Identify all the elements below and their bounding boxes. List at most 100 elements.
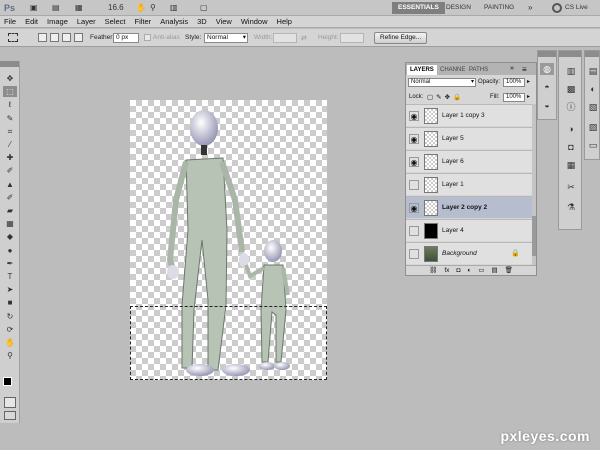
navigator-icon[interactable]: ▩ — [564, 83, 578, 95]
zoom-tool-icon[interactable]: ⚲ — [150, 3, 156, 13]
eraser-icon[interactable]: ▰ — [3, 205, 17, 216]
history-brush-icon[interactable]: ✐ — [3, 192, 17, 203]
dock-column-3-header[interactable] — [585, 51, 599, 57]
screen-mode-icon[interactable]: ▢ — [200, 3, 208, 13]
selection-marquee[interactable] — [130, 306, 327, 380]
menu-window[interactable]: Window — [241, 16, 268, 27]
character-icon[interactable]: ▭ — [586, 139, 600, 151]
new-group-icon[interactable]: ▭ — [478, 266, 484, 275]
feather-input[interactable]: 0 px — [113, 33, 139, 43]
new-layer-icon[interactable]: ▤ — [491, 266, 497, 275]
new-selection-icon[interactable] — [38, 33, 47, 42]
lock-icons[interactable]: ▢✎✥🔒 — [427, 93, 464, 101]
pen-icon[interactable]: ✒ — [3, 258, 17, 269]
styles-icon[interactable]: ▦ — [564, 159, 578, 171]
layer-row-1[interactable]: ◉ Layer 1 copy 3 — [406, 104, 532, 126]
healing-icon[interactable]: ✚ — [3, 152, 17, 163]
workspace-essentials[interactable]: ESSENTIALS — [392, 2, 445, 14]
dodge-icon[interactable]: ● — [3, 245, 17, 256]
cs-live-label[interactable]: CS Live — [565, 3, 588, 13]
visibility-eye-icon[interactable]: ◉ — [409, 157, 419, 167]
hand-icon[interactable]: ✋ — [3, 337, 17, 348]
fill-arrow-icon[interactable]: ▸ — [527, 93, 530, 100]
hand-tool-icon[interactable]: ✋ — [136, 3, 146, 13]
scrollbar-thumb[interactable] — [532, 216, 536, 256]
workspace-painting[interactable]: PAINTING — [478, 2, 520, 14]
link-layers-icon[interactable]: ⛓ — [429, 266, 437, 275]
opacity-input[interactable]: 100% — [503, 78, 525, 87]
shape-icon[interactable]: ■ — [3, 297, 17, 308]
3d-icon[interactable]: ◍ — [540, 63, 554, 75]
menu-3d[interactable]: 3D — [197, 16, 207, 27]
swatches-icon[interactable]: ▤ — [586, 65, 600, 77]
eyedropper-icon[interactable]: ⁄ — [3, 139, 17, 150]
tab-channels[interactable]: CHANNE — [437, 65, 468, 75]
menu-view[interactable]: View — [216, 16, 232, 27]
panel-menu-icon[interactable]: ≡ — [522, 65, 527, 74]
arrange-documents-icon[interactable]: ▥ — [170, 3, 178, 13]
brush-icon[interactable]: ✐ — [3, 165, 17, 176]
layer-row-4[interactable]: Layer 1 — [406, 173, 532, 195]
layer-row-background[interactable]: Background 🔒 — [406, 242, 532, 264]
add-to-selection-icon[interactable] — [50, 33, 59, 42]
add-mask-icon[interactable]: ◘ — [456, 266, 460, 275]
brush-presets-icon[interactable]: ▧ — [586, 101, 600, 113]
type-icon[interactable]: T — [3, 271, 17, 282]
intersect-selection-icon[interactable] — [74, 33, 83, 42]
menu-layer[interactable]: Layer — [77, 16, 96, 27]
antialias-checkbox[interactable] — [144, 34, 151, 41]
tools-panel-header[interactable] — [0, 61, 19, 67]
layer-row-6[interactable]: Layer 4 — [406, 219, 532, 241]
foreground-color-swatch[interactable] — [3, 377, 12, 386]
menu-select[interactable]: Select — [105, 16, 126, 27]
clone-source-icon[interactable]: ▨ — [586, 121, 600, 133]
color-icon[interactable]: ◐ — [586, 83, 600, 95]
menu-analysis[interactable]: Analysis — [160, 16, 188, 27]
blur-icon[interactable]: ◆ — [3, 231, 17, 242]
dock-column-2-header[interactable] — [559, 51, 581, 57]
path-select-icon[interactable]: ➤ — [3, 284, 17, 295]
quick-select-icon[interactable]: ✎ — [3, 113, 17, 124]
refine-edge-button[interactable]: Refine Edge... — [374, 32, 428, 44]
histogram-icon[interactable]: ▥ — [564, 65, 578, 77]
view-extras-icon[interactable]: ▦ — [75, 3, 83, 13]
visibility-toggle-empty[interactable] — [409, 180, 419, 190]
opacity-arrow-icon[interactable]: ▸ — [527, 78, 530, 85]
screen-mode-button[interactable] — [4, 411, 16, 420]
quick-mask-icon[interactable] — [4, 397, 16, 408]
cs-live-icon[interactable] — [552, 3, 562, 13]
more-workspaces-icon[interactable]: » — [528, 3, 532, 13]
swap-icon[interactable]: ⇄ — [301, 34, 307, 42]
visibility-eye-icon[interactable]: ◉ — [409, 203, 419, 213]
dock-column-1-header[interactable] — [538, 51, 556, 57]
gradient-icon[interactable]: ▦ — [3, 218, 17, 229]
bridge-icon[interactable]: ▣ — [30, 3, 38, 13]
info-icon[interactable]: ⓘ — [564, 101, 578, 113]
lasso-icon[interactable]: ℓ — [3, 99, 17, 110]
marquee-preset-icon[interactable] — [8, 33, 18, 42]
zoom-level[interactable]: 16.6 — [108, 3, 124, 13]
trash-icon[interactable]: 🗑 — [505, 266, 513, 275]
layer-row-2[interactable]: ◉ Layer 5 — [406, 127, 532, 149]
tab-paths[interactable]: PATHS — [466, 65, 491, 75]
workspace-design[interactable]: DESIGN — [440, 2, 477, 14]
mini-bridge-icon[interactable]: ▤ — [52, 3, 60, 13]
visibility-eye-icon[interactable]: ◉ — [409, 134, 419, 144]
masks-icon[interactable]: ◘ — [564, 141, 578, 153]
3d-light-icon[interactable]: ◒ — [540, 99, 554, 111]
style-select[interactable]: Normal ▾ — [204, 33, 248, 43]
height-input[interactable] — [340, 33, 364, 43]
layer-row-5-selected[interactable]: ◉ Layer 2 copy 2 — [406, 196, 532, 218]
menu-edit[interactable]: Edit — [25, 16, 38, 27]
3d-camera-icon[interactable]: ◓ — [540, 81, 554, 93]
stamp-icon[interactable]: ▲ — [3, 179, 17, 190]
width-input[interactable] — [273, 33, 297, 43]
blend-mode-select[interactable]: Normal ▾ — [408, 78, 476, 87]
layers-scrollbar[interactable] — [532, 104, 536, 265]
3d-rotate-icon[interactable]: ↻ — [3, 311, 17, 322]
adjustment-layer-icon[interactable]: ◐ — [467, 266, 471, 275]
menu-file[interactable]: File — [4, 16, 16, 27]
crop-icon[interactable]: ⌗ — [3, 126, 17, 137]
subtract-selection-icon[interactable] — [62, 33, 71, 42]
menu-filter[interactable]: Filter — [135, 16, 152, 27]
